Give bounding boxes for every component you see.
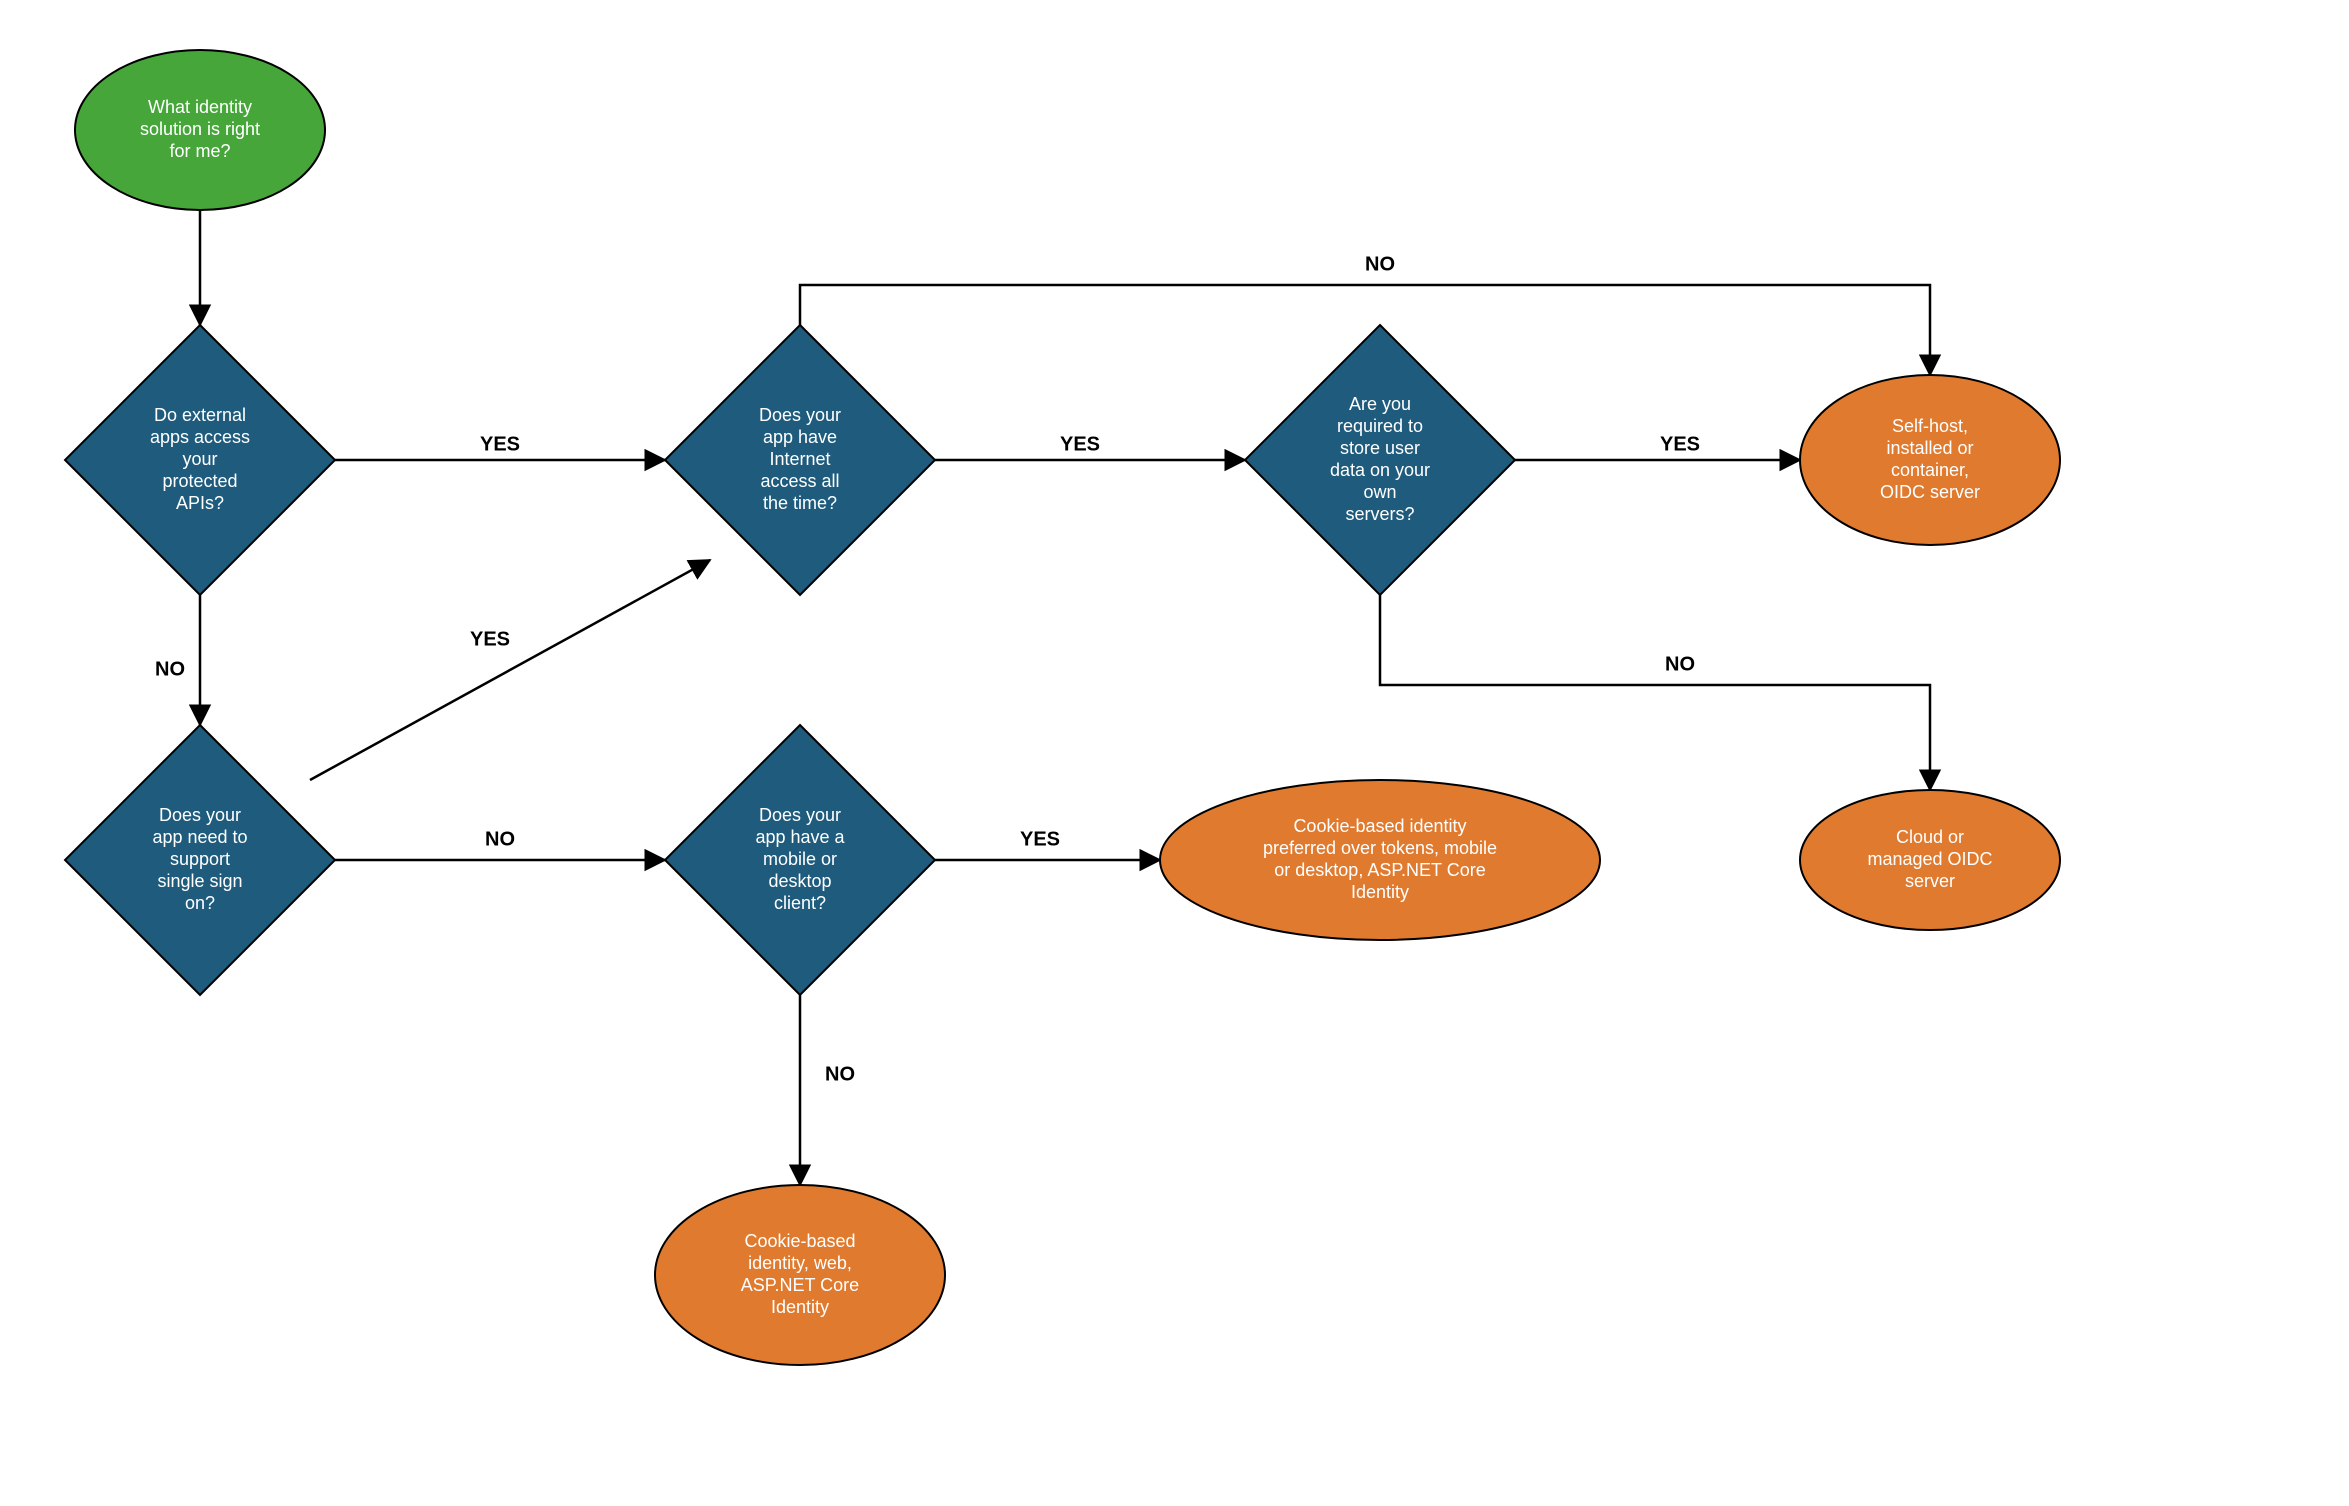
edge-label: YES bbox=[470, 628, 510, 650]
svg-text:your: your bbox=[182, 449, 217, 469]
edge-q_sso-q_internet: YES bbox=[310, 560, 710, 780]
svg-text:Cookie-based: Cookie-based bbox=[744, 1231, 855, 1251]
svg-text:managed OIDC: managed OIDC bbox=[1867, 849, 1992, 869]
svg-text:ASP.NET Core: ASP.NET Core bbox=[741, 1275, 859, 1295]
svg-text:Identity: Identity bbox=[1351, 882, 1409, 902]
svg-text:Cloud or: Cloud or bbox=[1896, 827, 1964, 847]
svg-text:What identity: What identity bbox=[148, 97, 252, 117]
edge-q_store-r_cloud: NO bbox=[1380, 595, 1930, 790]
svg-text:Do external: Do external bbox=[154, 405, 246, 425]
node-start: What identitysolution is rightfor me? bbox=[75, 50, 325, 210]
svg-text:app need to: app need to bbox=[152, 827, 247, 847]
node-q_sso: Does yourapp need tosupportsingle signon… bbox=[65, 725, 335, 995]
edge-label: NO bbox=[485, 828, 515, 850]
edge-q_external-q_sso: NO bbox=[155, 595, 200, 725]
svg-text:mobile or: mobile or bbox=[763, 849, 837, 869]
svg-text:app have a: app have a bbox=[755, 827, 845, 847]
edge-q_store-r_selfhost: YES bbox=[1515, 433, 1800, 460]
svg-text:app have: app have bbox=[763, 427, 837, 447]
svg-text:OIDC server: OIDC server bbox=[1880, 482, 1980, 502]
svg-text:container,: container, bbox=[1891, 460, 1969, 480]
svg-text:store user: store user bbox=[1340, 438, 1420, 458]
edge-q_internet-q_store: YES bbox=[935, 433, 1245, 460]
node-q_internet: Does yourapp haveInternetaccess allthe t… bbox=[665, 325, 935, 595]
svg-text:required to: required to bbox=[1337, 416, 1423, 436]
node-r_cloud: Cloud ormanaged OIDCserver bbox=[1800, 790, 2060, 930]
svg-text:Self-host,: Self-host, bbox=[1892, 416, 1968, 436]
svg-text:client?: client? bbox=[774, 893, 826, 913]
svg-text:servers?: servers? bbox=[1345, 504, 1414, 524]
svg-text:server: server bbox=[1905, 871, 1955, 891]
svg-text:Does your: Does your bbox=[159, 805, 241, 825]
svg-text:for me?: for me? bbox=[169, 141, 230, 161]
svg-text:protected: protected bbox=[162, 471, 237, 491]
node-r_cookieweb: Cookie-basedidentity, web,ASP.NET CoreId… bbox=[655, 1185, 945, 1365]
svg-text:access all: access all bbox=[760, 471, 839, 491]
node-q_store: Are yourequired tostore userdata on your… bbox=[1245, 325, 1515, 595]
identity-flowchart: YESNOYESNOYESNOYESNOYESNO What identitys… bbox=[0, 0, 2349, 1506]
edge-label: YES bbox=[1060, 433, 1100, 455]
edge-label: NO bbox=[825, 1063, 855, 1085]
edge-label: YES bbox=[1660, 433, 1700, 455]
node-q_mobile: Does yourapp have amobile ordesktopclien… bbox=[665, 725, 935, 995]
svg-text:support: support bbox=[170, 849, 230, 869]
svg-text:Does your: Does your bbox=[759, 805, 841, 825]
edge-q_mobile-r_cookiepref: YES bbox=[935, 828, 1160, 860]
edge-q_mobile-r_cookieweb: NO bbox=[800, 995, 855, 1185]
svg-text:or desktop, ASP.NET Core: or desktop, ASP.NET Core bbox=[1274, 860, 1485, 880]
svg-text:own: own bbox=[1363, 482, 1396, 502]
svg-text:the time?: the time? bbox=[763, 493, 837, 513]
svg-text:on?: on? bbox=[185, 893, 215, 913]
svg-text:desktop: desktop bbox=[768, 871, 831, 891]
node-r_cookiepref: Cookie-based identitypreferred over toke… bbox=[1160, 780, 1600, 940]
svg-text:apps access: apps access bbox=[150, 427, 250, 447]
svg-text:preferred over tokens, mobile: preferred over tokens, mobile bbox=[1263, 838, 1497, 858]
svg-text:single sign: single sign bbox=[157, 871, 242, 891]
svg-text:Does your: Does your bbox=[759, 405, 841, 425]
node-q_external: Do externalapps accessyourprotectedAPIs? bbox=[65, 325, 335, 595]
edge-label: NO bbox=[155, 658, 185, 680]
edge-q_external-q_internet: YES bbox=[335, 433, 665, 460]
edge-q_sso-q_mobile: NO bbox=[335, 828, 665, 860]
svg-text:data on your: data on your bbox=[1330, 460, 1430, 480]
edge-label: NO bbox=[1665, 653, 1695, 675]
svg-text:Are you: Are you bbox=[1349, 394, 1411, 414]
svg-text:APIs?: APIs? bbox=[176, 493, 224, 513]
svg-text:Identity: Identity bbox=[771, 1297, 829, 1317]
svg-text:installed or: installed or bbox=[1886, 438, 1973, 458]
svg-text:identity, web,: identity, web, bbox=[748, 1253, 852, 1273]
edge-label: YES bbox=[1020, 828, 1060, 850]
node-r_selfhost: Self-host,installed orcontainer,OIDC ser… bbox=[1800, 375, 2060, 545]
svg-text:Internet: Internet bbox=[769, 449, 830, 469]
edge-label: NO bbox=[1365, 253, 1395, 275]
edge-label: YES bbox=[480, 433, 520, 455]
svg-text:Cookie-based identity: Cookie-based identity bbox=[1293, 816, 1466, 836]
svg-text:solution is right: solution is right bbox=[140, 119, 260, 139]
